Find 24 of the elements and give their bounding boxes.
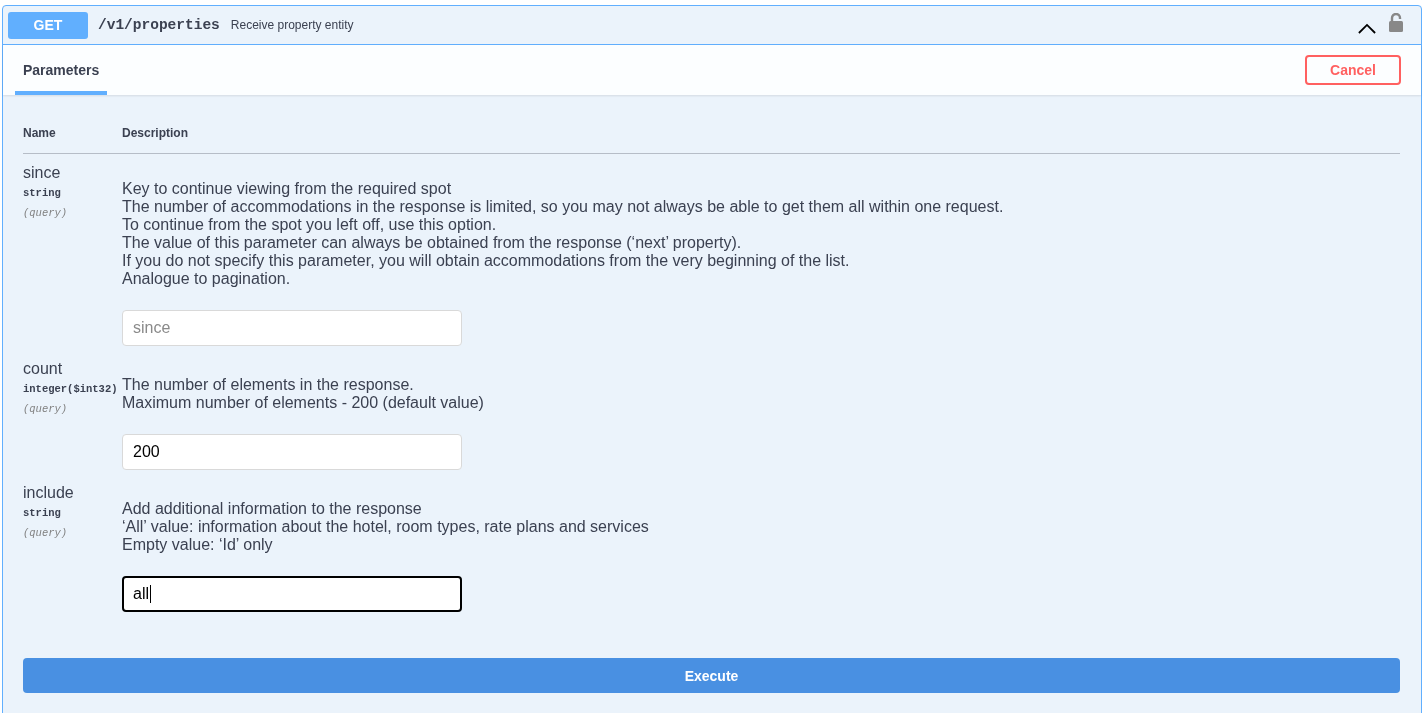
column-header: Description [122,125,188,141]
parameter-description: Add additional information to the response ‘All’ value: information about the hotel, room types, rate plans and services Empty value: ‘Id’ only [122,500,650,554]
parameter-type: string [23,186,62,201]
open-lock-icon[interactable] [1389,12,1403,32]
parameter-location: (query) [23,402,69,417]
parameter-name: include [23,484,75,502]
input-field[interactable]: all [122,576,462,612]
parameter-name: count [23,360,64,378]
input-field[interactable]: since [122,310,462,346]
parameter-location: (query) [23,526,69,541]
parameter-location: (query) [23,206,69,221]
collapse-chevron-icon[interactable] [1358,22,1376,34]
text-cursor-icon [150,585,151,603]
parameter-name: since [23,164,62,182]
endpoint-path: /v1/properties [98,17,220,33]
input-field[interactable]: 200 [122,434,462,470]
method-badge: GET [8,11,88,39]
column-header: Name [23,125,57,141]
parameter-type: integer($int32) [23,382,119,397]
parameter-type: string [23,506,62,521]
endpoint-summary: Receive property entity [230,18,354,32]
parameter-description: Key to continue viewing from the required spot The number of accommodations in the response is limited, so you may not always be able to get them all within one request. To continue from the spot you left off, use this option. The value of this parameter can always be obtained from the response (‘next’ property). If you do not specify this parameter, you will obtain accommodations from the very beginning of the list. Analogue to pagination. [122,180,1005,288]
parameter-description: The number of elements in the response. Maximum number of elements - 200 (default value) [122,376,485,412]
parameters-tab[interactable]: Parameters [15,45,108,95]
